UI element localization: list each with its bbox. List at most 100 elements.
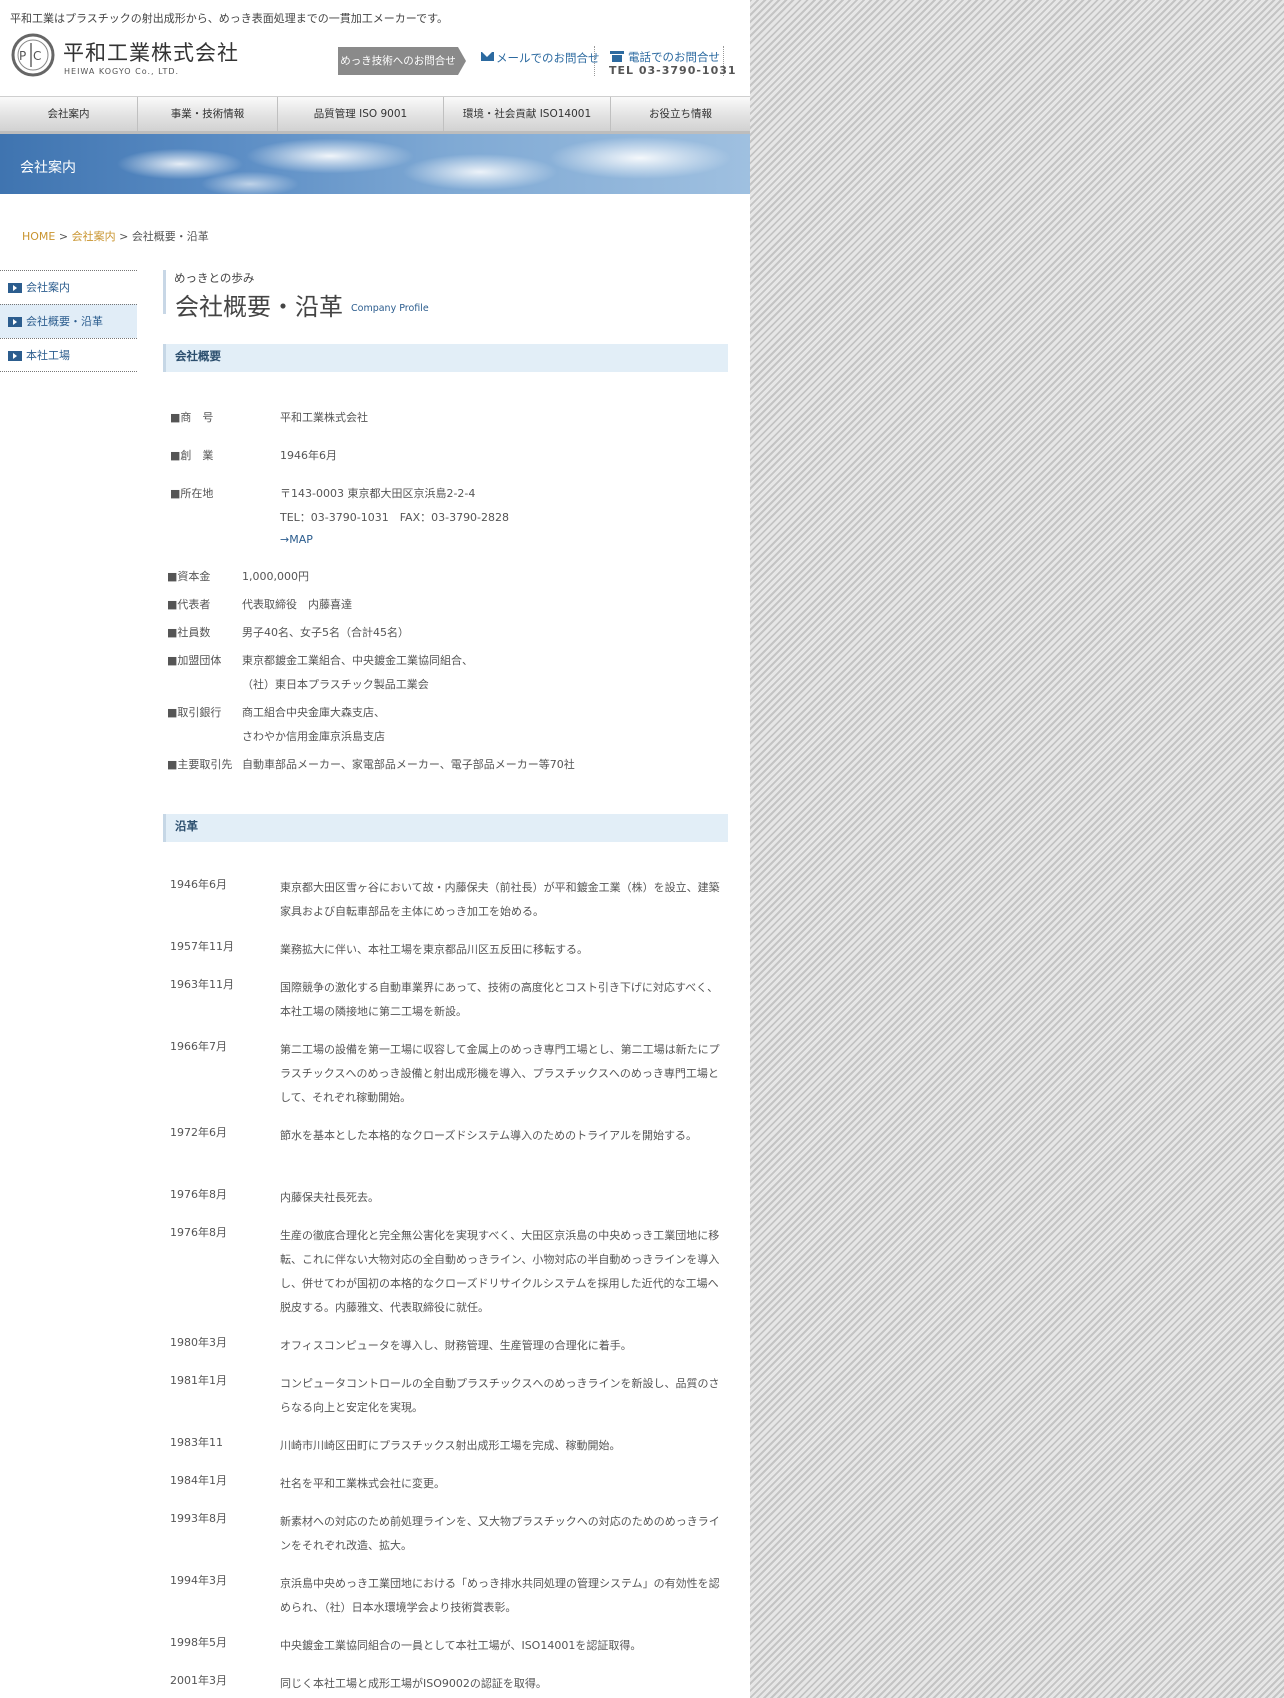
history-date: 1946年6月 xyxy=(170,878,227,891)
breadcrumb-separator: > xyxy=(55,230,72,243)
overview-value: 1946年6月 xyxy=(280,449,337,462)
breadcrumb-home-link[interactable]: HOME xyxy=(22,230,55,243)
overview-value: （社）東日本プラスチック製品工業会 xyxy=(242,678,429,691)
arrow-right-icon xyxy=(8,283,22,293)
overview-label: ■主要取引先 xyxy=(167,758,233,771)
history-text: 業務拡大に伴い、本社工場を東京都品川区五反田に移転する。 xyxy=(280,943,588,956)
nav-item-quality[interactable]: 品質管理 ISO 9001 xyxy=(278,97,444,131)
history-date: 1998年5月 xyxy=(170,1636,227,1649)
nav-item-business[interactable]: 事業・技術情報 xyxy=(138,97,278,131)
history-text: 社名を平和工業株式会社に変更。 xyxy=(280,1477,445,1490)
history-text: 生産の徹底合理化と完全無公害化を実現すべく、大田区京浜島の中央めっき工業団地に移… xyxy=(280,1229,720,1314)
overview-label: ■商 号 xyxy=(170,411,214,424)
history-text: 東京都大田区雪ヶ谷において故・内藤保夫（前社長）が平和鍍金工業（株）を設立、建築… xyxy=(280,881,720,918)
logo-company-english: HEIWA KOGYO Co., LTD. xyxy=(64,67,180,76)
history-date: 1980年3月 xyxy=(170,1336,227,1349)
mail-contact-button[interactable]: メールでのお問合せ xyxy=(480,46,600,76)
header-tagline: 平和工業はプラスチックの射出成形から、めっき表面処理までの一貫加工メーカーです。 xyxy=(10,12,449,25)
history-text: 国際競争の激化する自動車業界にあって、技術の高度化とコスト引き下げに対応すべく、… xyxy=(280,981,719,1018)
history-date: 2001年3月 xyxy=(170,1674,227,1687)
page-title-english: Company Profile xyxy=(351,303,429,314)
breadcrumb-separator: > xyxy=(115,230,132,243)
breadcrumb: HOME > 会社案内 > 会社概要・沿革 xyxy=(22,228,209,244)
history-heading: 沿革 xyxy=(163,814,728,842)
arrow-right-icon xyxy=(8,351,22,361)
history-text: オフィスコンピュータを導入し、財務管理、生産管理の合理化に着手。 xyxy=(280,1339,632,1352)
history-text: 第二工場の設備を第一工場に収容して金属上のめっき専門工場とし、第二工場は新たにプ… xyxy=(280,1043,720,1104)
sidebar-item-company[interactable]: 会社案内 xyxy=(0,270,137,304)
history-date: 1976年8月 xyxy=(170,1188,227,1201)
section-banner: 会社案内 xyxy=(0,134,750,194)
phone-contact-button[interactable]: 電話でのお問合せ TEL 03-3790-1031 xyxy=(602,46,736,77)
history-text: 新素材への対応のため前処理ラインを、又大物プラスチックへの対応のためのめっきライ… xyxy=(280,1515,720,1552)
history-date: 1966年7月 xyxy=(170,1040,227,1053)
phone-icon xyxy=(610,51,624,62)
history-text: 同じく本社工場と成形工場がISO9002の認証を取得。 xyxy=(280,1677,547,1690)
page-subtitle: めっきとの歩み xyxy=(174,271,255,285)
history-date: 1963年11月 xyxy=(170,978,234,991)
overview-value: 代表取締役 内藤喜達 xyxy=(242,598,352,611)
overview-label: ■代表者 xyxy=(167,598,211,611)
overview-value: さわやか信用金庫京浜島支店 xyxy=(242,730,385,743)
history-date: 1994年3月 xyxy=(170,1574,227,1587)
history-date: 1984年1月 xyxy=(170,1474,227,1487)
overview-value: 〒143-0003 東京都大田区京浜島2-2-4 xyxy=(280,487,476,500)
page-title: 会社概要・沿革 xyxy=(175,293,343,321)
history-date: 1972年6月 xyxy=(170,1126,227,1139)
page: 平和工業はプラスチックの射出成形から、めっき表面処理までの一貫加工メーカーです。… xyxy=(0,0,750,1698)
page-title-block: めっきとの歩み 会社概要・沿革 Company Profile xyxy=(163,270,463,321)
history-date: 1976年8月 xyxy=(170,1226,227,1239)
overview-value: 東京都鍍金工業組合、中央鍍金工業協同組合、 xyxy=(242,654,473,667)
overview-value: 男子40名、女子5名（合計45名） xyxy=(242,626,409,639)
overview-label: ■創 業 xyxy=(170,449,214,462)
sidebar-item-profile[interactable]: 会社概要・沿革 xyxy=(0,304,137,338)
sidebar-item-factory[interactable]: 本社工場 xyxy=(0,338,137,372)
phone-contact-label: 電話でのお問合せ xyxy=(628,50,720,64)
breadcrumb-parent-link[interactable]: 会社案内 xyxy=(72,230,116,243)
history-text: 内藤保夫社長死去。 xyxy=(280,1191,379,1204)
svg-text:P: P xyxy=(19,49,26,63)
overview-heading: 会社概要 xyxy=(163,344,728,372)
arrow-right-icon xyxy=(8,317,22,327)
overview-value: 1,000,000円 xyxy=(242,570,309,583)
history-date: 1981年1月 xyxy=(170,1374,227,1387)
history-date: 1983年11 xyxy=(170,1436,223,1449)
nav-item-useful-info[interactable]: お役立ち情報 xyxy=(611,97,750,131)
history-text: コンピュータコントロールの全自動プラスチックスへのめっきラインを新設し、品質のさ… xyxy=(280,1377,720,1414)
nav-item-company[interactable]: 会社案内 xyxy=(0,97,138,131)
site-logo[interactable]: P C 平和工業株式会社 HEIWA KOGYO Co., LTD. xyxy=(11,33,238,81)
mail-icon xyxy=(481,52,494,61)
overview-value: 自動車部品メーカー、家電部品メーカー、電子部品メーカー等70社 xyxy=(242,758,575,771)
overview-label: ■取引銀行 xyxy=(167,706,222,719)
sidebar: 会社案内 会社概要・沿革 本社工場 xyxy=(0,270,137,372)
phone-number: TEL 03-3790-1031 xyxy=(609,64,737,77)
sidebar-item-label: 会社概要・沿革 xyxy=(26,315,103,328)
overview-label: ■所在地 xyxy=(170,487,214,500)
overview-value: 商工組合中央金庫大森支店、 xyxy=(242,706,385,719)
tech-contact-arrow-icon xyxy=(458,47,466,75)
logo-mark-icon: P C xyxy=(11,33,55,77)
nav-item-environment[interactable]: 環境・社会貢献 ISO14001 xyxy=(444,97,611,131)
logo-company-name: 平和工業株式会社 xyxy=(63,41,239,65)
overview-label: ■社員数 xyxy=(167,626,211,639)
tech-contact-label: めっき技術へのお問合せ xyxy=(338,47,458,75)
history-text: 中央鍍金工業協同組合の一員として本社工場が、ISO14001を認証取得。 xyxy=(280,1639,642,1652)
map-link[interactable]: →MAP xyxy=(280,533,509,557)
history-date: 1993年8月 xyxy=(170,1512,227,1525)
svg-text:C: C xyxy=(33,49,41,63)
mail-contact-label: メールでのお問合せ xyxy=(496,51,600,65)
overview-label: ■加盟団体 xyxy=(167,654,222,667)
overview-label: ■資本金 xyxy=(167,570,211,583)
sidebar-item-label: 本社工場 xyxy=(26,349,70,362)
sidebar-item-label: 会社案内 xyxy=(26,281,70,294)
overview-value: 平和工業株式会社 xyxy=(280,411,368,424)
history-text: 京浜島中央めっき工業団地における「めっき排水共同処理の管理システム」の有効性を認… xyxy=(280,1577,720,1614)
breadcrumb-current: 会社概要・沿革 xyxy=(131,230,209,243)
global-nav: 会社案内 事業・技術情報 品質管理 ISO 9001 環境・社会貢献 ISO14… xyxy=(0,96,750,134)
tech-contact-button[interactable]: めっき技術へのお問合せ xyxy=(338,47,468,75)
banner-title: 会社案内 xyxy=(20,160,76,176)
history-date: 1957年11月 xyxy=(170,940,234,953)
history-text: 節水を基本とした本格的なクローズドシステム導入のためのトライアルを開始する。 xyxy=(280,1129,698,1142)
overview-value: TEL：03-3790-1031 FAX：03-3790-2828 xyxy=(280,511,510,524)
history-text: 川崎市川崎区田町にプラスチックス射出成形工場を完成、稼動開始。 xyxy=(280,1439,621,1452)
